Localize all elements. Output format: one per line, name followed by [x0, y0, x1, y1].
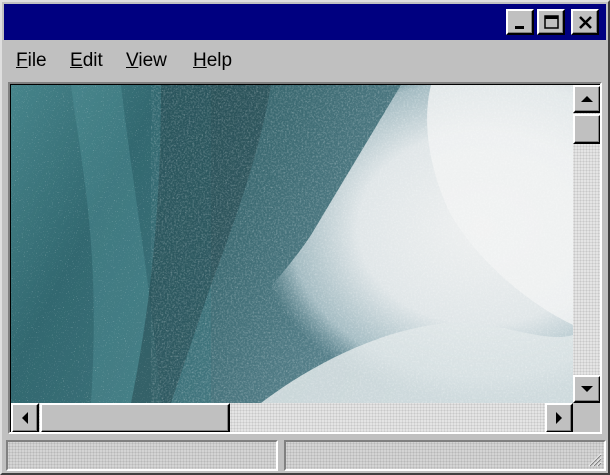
menu-view[interactable]: View	[126, 50, 167, 72]
content-area	[8, 82, 602, 434]
status-bar	[6, 440, 606, 471]
menu-bar: File Edit View Help	[4, 44, 606, 78]
application-window: File Edit View Help	[0, 0, 610, 475]
arrow-right-icon	[556, 412, 562, 424]
scroll-up-button[interactable]	[573, 85, 600, 113]
status-pane-right	[284, 440, 606, 471]
arrow-down-icon	[581, 386, 593, 392]
maximize-button[interactable]	[537, 9, 565, 35]
close-button[interactable]	[571, 9, 599, 35]
horizontal-scroll-thumb[interactable]	[40, 403, 230, 432]
status-pane-left	[6, 440, 278, 471]
scroll-left-button[interactable]	[11, 403, 39, 432]
vertical-scroll-thumb[interactable]	[573, 114, 600, 144]
horizontal-scrollbar[interactable]	[11, 403, 573, 432]
scrollbar-corner	[573, 403, 600, 432]
arrow-left-icon	[22, 412, 28, 424]
minimize-icon	[515, 26, 524, 29]
vertical-scrollbar[interactable]	[573, 85, 600, 403]
menu-edit[interactable]: Edit	[70, 50, 103, 72]
arrow-up-icon	[581, 96, 593, 102]
menu-file[interactable]: File	[16, 50, 47, 72]
menu-help[interactable]: Help	[193, 50, 232, 72]
wave-photo	[11, 85, 573, 403]
scroll-down-button[interactable]	[573, 375, 600, 403]
image-view	[11, 85, 573, 403]
minimize-button[interactable]	[506, 9, 534, 35]
scroll-right-button[interactable]	[545, 403, 573, 432]
resize-grip-icon[interactable]	[586, 451, 602, 467]
title-bar[interactable]	[4, 4, 606, 40]
maximize-icon	[544, 15, 559, 29]
close-icon	[579, 16, 592, 29]
